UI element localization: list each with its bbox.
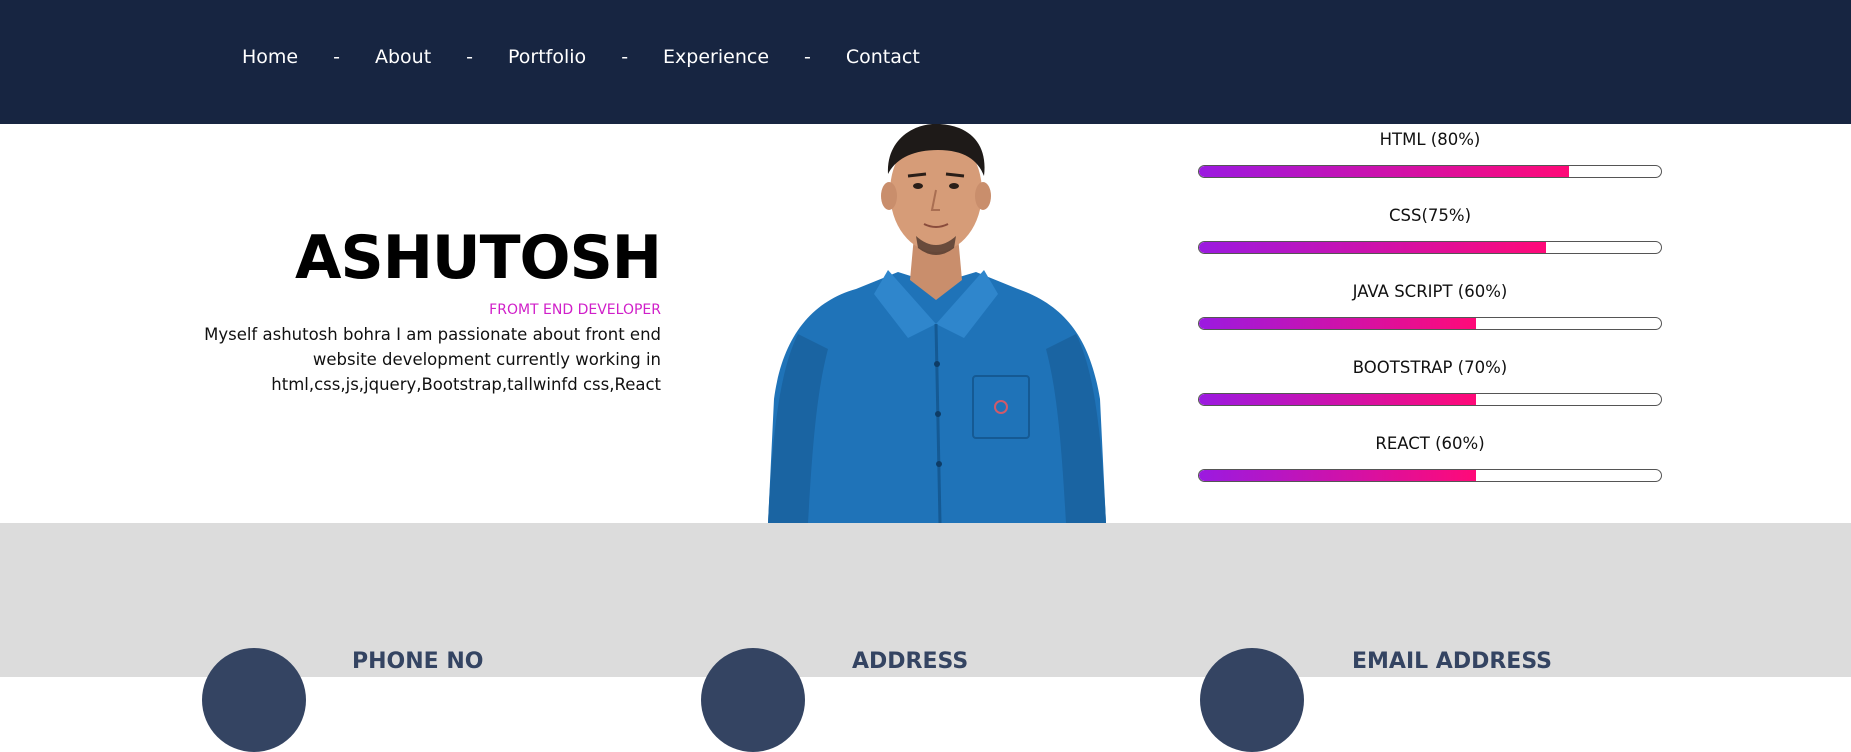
address-title: ADDRESS bbox=[852, 649, 969, 674]
hero-role: FROMT END DEVELOPER bbox=[489, 302, 661, 318]
skill-bar-fill bbox=[1199, 242, 1546, 253]
skill-label: HTML (80%) bbox=[1379, 130, 1481, 149]
skill-bar-track bbox=[1198, 393, 1662, 406]
nav-separator: - bbox=[621, 46, 629, 68]
skill-bar-track bbox=[1198, 469, 1662, 482]
nav-contact-link[interactable]: Contact bbox=[846, 46, 920, 68]
contact-section: PHONE NO ADDRESS EMAIL ADDRESS bbox=[0, 523, 1851, 752]
nav-about-link[interactable]: About bbox=[375, 46, 431, 68]
nav-separator: - bbox=[466, 46, 474, 68]
phone-icon bbox=[202, 648, 306, 752]
skill-bootstrap: BOOTSTRAP (70%) bbox=[1198, 352, 1662, 428]
address-icon bbox=[701, 648, 805, 752]
skill-bar-track bbox=[1198, 241, 1662, 254]
skill-bar-fill bbox=[1199, 318, 1477, 329]
skill-bar-track bbox=[1198, 317, 1662, 330]
email-title: EMAIL ADDRESS bbox=[1352, 649, 1553, 674]
skill-react: REACT (60%) bbox=[1198, 428, 1662, 504]
email-icon bbox=[1200, 648, 1304, 752]
skill-css: CSS(75%) bbox=[1198, 200, 1662, 276]
skill-label: JAVA SCRIPT (60%) bbox=[1352, 282, 1508, 301]
skill-label: REACT (60%) bbox=[1375, 434, 1485, 453]
skill-bar-track bbox=[1198, 165, 1662, 178]
nav-home-link[interactable]: Home bbox=[242, 46, 298, 68]
skill-bar-fill bbox=[1199, 394, 1477, 405]
phone-title: PHONE NO bbox=[352, 649, 484, 674]
nav-portfolio-link[interactable]: Portfolio bbox=[508, 46, 586, 68]
hero-bio: Myself ashutosh bohra I am passionate ab… bbox=[204, 325, 661, 394]
nav-experience-link[interactable]: Experience bbox=[663, 46, 769, 68]
navbar: Home - About - Portfolio - Experience - … bbox=[0, 0, 1851, 124]
skill-bar-fill bbox=[1199, 470, 1477, 481]
skill-bar-fill bbox=[1199, 166, 1569, 177]
skill-label: BOOTSTRAP (70%) bbox=[1352, 358, 1508, 377]
skill-label: CSS(75%) bbox=[1388, 206, 1472, 225]
nav-menu: Home - About - Portfolio - Experience - … bbox=[242, 46, 920, 68]
profile-photo bbox=[768, 124, 1106, 523]
hero-name: ASHUTOSH bbox=[295, 223, 662, 293]
skill-html: HTML (80%) bbox=[1198, 124, 1662, 200]
nav-separator: - bbox=[333, 46, 340, 68]
skill-javascript: JAVA SCRIPT (60%) bbox=[1198, 276, 1662, 352]
nav-separator: - bbox=[804, 46, 811, 68]
skills-list: HTML (80%) CSS(75%) JAVA SCRIPT (60%) BO… bbox=[1198, 124, 1662, 504]
